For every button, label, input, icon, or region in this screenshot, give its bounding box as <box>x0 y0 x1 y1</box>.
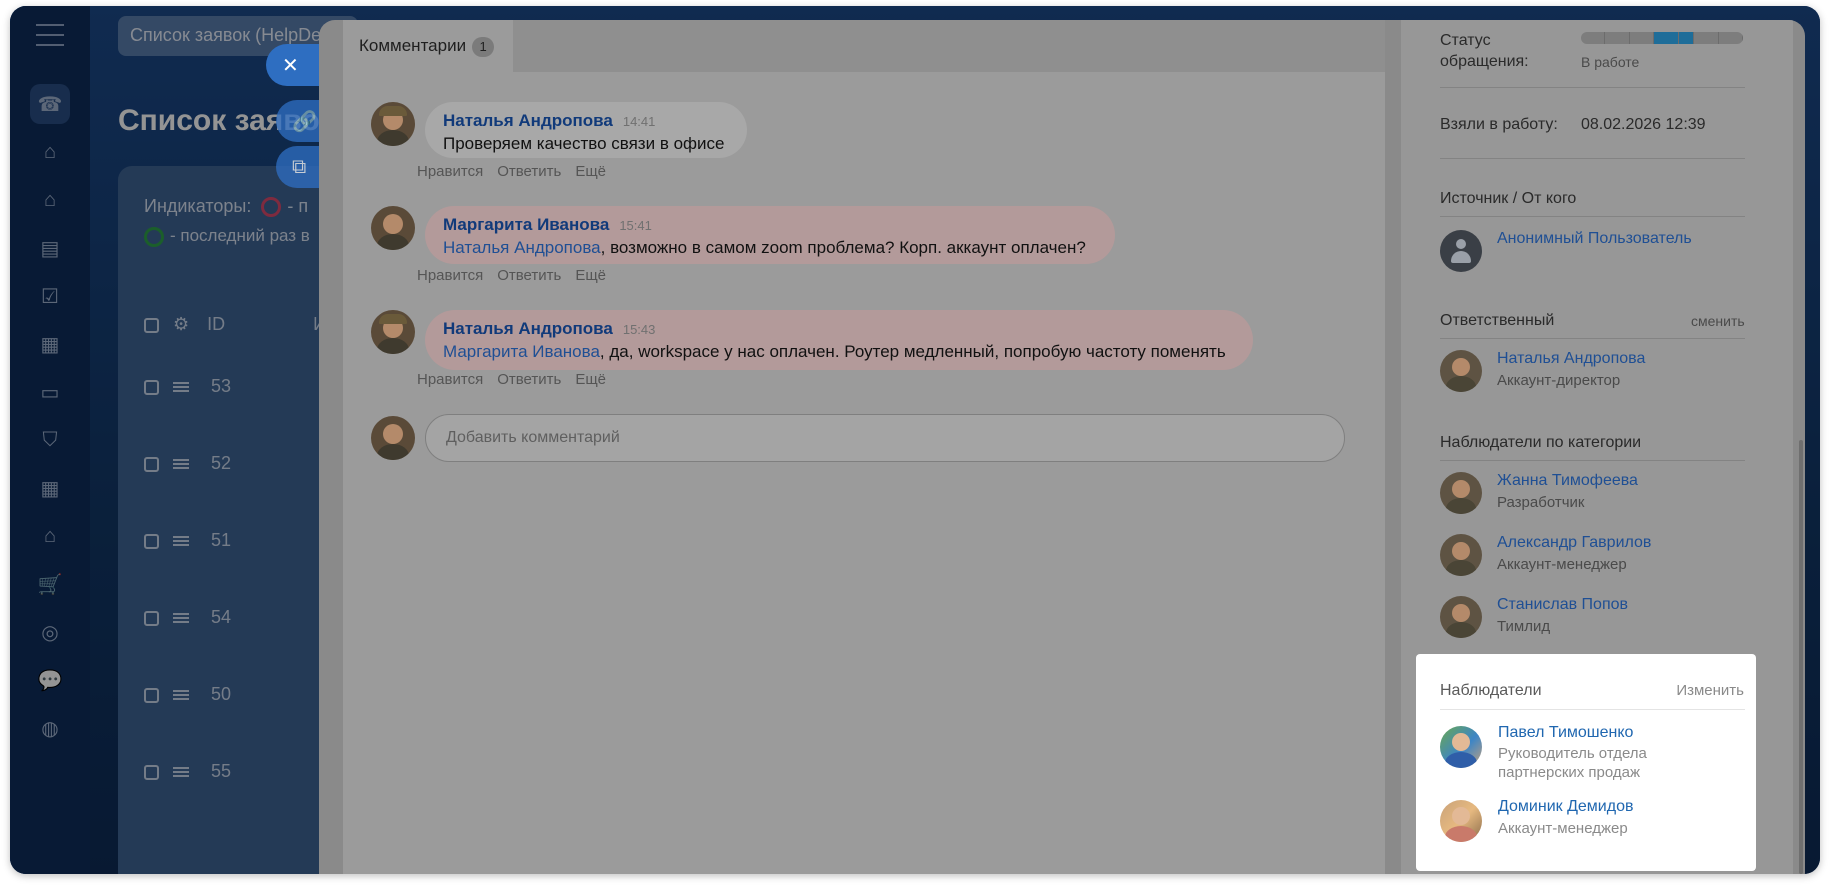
comment-actions: Нравится Ответить Ещё <box>417 163 620 180</box>
comment-text: Маргарита Иванова, да, workspace у нас о… <box>443 342 1235 362</box>
divider <box>1440 338 1745 339</box>
avatar[interactable] <box>1440 472 1482 514</box>
status-value: В работе <box>1581 54 1640 70</box>
close-slider-button[interactable]: ✕ <box>266 44 326 86</box>
avatar[interactable] <box>371 206 415 250</box>
watchers-title: Наблюдатели <box>1440 682 1542 699</box>
like-link[interactable]: Нравится <box>417 371 483 388</box>
responsible-label: Ответственный <box>1440 312 1555 329</box>
comment-bubble: Наталья Андропова 15:43 Маргарита Иванова… <box>425 310 1253 370</box>
reply-link[interactable]: Ответить <box>497 267 561 284</box>
avatar[interactable] <box>1440 726 1482 768</box>
avatar[interactable] <box>1440 350 1482 392</box>
category-watcher-name[interactable]: Жанна Тимофеева <box>1497 472 1638 490</box>
source-label: Источник / От кого <box>1440 190 1577 207</box>
divider <box>1440 216 1745 217</box>
comment-text: Наталья Андропова, возможно в самом zoom… <box>443 238 1097 258</box>
add-comment-input[interactable]: Добавить комментарий <box>425 414 1345 462</box>
details-scrollbar[interactable] <box>1799 440 1803 874</box>
user-icon <box>1451 239 1471 263</box>
watcher-name[interactable]: Павел Тимошенко <box>1498 724 1633 742</box>
tab-comments[interactable]: Комментарии 1 <box>343 20 513 72</box>
responsible-role: Аккаунт-директор <box>1497 372 1621 389</box>
comment-actions: Нравится Ответить Ещё <box>417 267 620 284</box>
category-watcher-role: Аккаунт-менеджер <box>1497 556 1627 573</box>
like-link[interactable]: Нравится <box>417 267 483 284</box>
status-label: Статус обращения: <box>1440 32 1529 70</box>
taken-label: Взяли в работу: <box>1440 116 1558 133</box>
window-frame: ☎ ⌂ ⌂ ▤ ☑ ▦ ▭ ⛉ ▦ ⌂ 🛒 ◎ 💬 ◍ Список заяво… <box>10 6 1820 874</box>
watcher-role: Аккаунт-менеджер <box>1498 820 1628 837</box>
divider <box>1440 87 1745 88</box>
divider <box>1440 158 1745 159</box>
comment-mention[interactable]: Маргарита Иванова <box>443 342 600 361</box>
reply-link[interactable]: Ответить <box>497 371 561 388</box>
comment-text: Проверяем качество связи в офисе <box>443 134 725 153</box>
comment-mention[interactable]: Наталья Андропова <box>443 238 601 257</box>
responsible-name[interactable]: Наталья Андропова <box>1497 350 1645 368</box>
close-icon: ✕ <box>282 54 299 77</box>
comment-bubble: Маргарита Иванова 15:41 Наталья Андропова… <box>425 206 1115 264</box>
reply-link[interactable]: Ответить <box>497 163 561 180</box>
divider <box>1440 460 1745 461</box>
tab-comments-label: Комментарии <box>359 36 467 55</box>
watchers-block: Наблюдатели Изменить Павел Тимошенко Рук… <box>1416 654 1756 871</box>
comment-bubble: Наталья Андропова 14:41 Проверяем качеств… <box>425 102 747 158</box>
avatar[interactable] <box>371 310 415 354</box>
watchers-change-link[interactable]: Изменить <box>1676 682 1744 699</box>
status-progress-bar[interactable] <box>1581 32 1743 44</box>
more-link[interactable]: Ещё <box>575 371 606 388</box>
comment-body: , да, workspace у нас оплачен. Роутер ме… <box>599 342 1226 361</box>
comment-author[interactable]: Наталья Андропова <box>443 111 613 130</box>
more-link[interactable]: Ещё <box>575 163 606 180</box>
comment-author[interactable]: Маргарита Иванова <box>443 215 609 234</box>
watcher-name[interactable]: Доминик Демидов <box>1498 798 1633 816</box>
divider <box>1440 709 1745 710</box>
watcher-role: Руководитель отдела партнерских продаж <box>1498 745 1647 781</box>
avatar[interactable] <box>371 102 415 146</box>
like-link[interactable]: Нравится <box>417 163 483 180</box>
comment-time: 15:41 <box>619 218 652 233</box>
comment-author[interactable]: Наталья Андропова <box>443 319 613 338</box>
category-watcher-name[interactable]: Александр Гаврилов <box>1497 534 1651 552</box>
avatar[interactable] <box>1440 596 1482 638</box>
comment-actions: Нравится Ответить Ещё <box>417 371 620 388</box>
avatar[interactable] <box>1440 800 1482 842</box>
taken-value: 08.02.2026 12:39 <box>1581 116 1706 133</box>
comment-time: 14:41 <box>622 114 656 129</box>
avatar[interactable] <box>1440 534 1482 576</box>
link-icon: 🔗 <box>292 110 317 133</box>
more-link[interactable]: Ещё <box>575 267 606 284</box>
avatar <box>371 416 415 460</box>
comment-body: , возможно в самом zoom проблема? Корп. … <box>600 238 1086 257</box>
anonymous-user-avatar[interactable] <box>1440 230 1482 272</box>
tab-bar: Комментарии 1 <box>343 20 1385 72</box>
responsible-change-link[interactable]: сменить <box>1691 313 1745 329</box>
category-watcher-role: Разработчик <box>1497 494 1585 511</box>
category-watcher-role: Тимлид <box>1497 618 1551 635</box>
tab-comments-count: 1 <box>472 37 495 57</box>
comment-time: 15:43 <box>622 322 656 337</box>
source-user-link[interactable]: Анонимный Пользователь <box>1497 230 1692 248</box>
category-watchers-label: Наблюдатели по категории <box>1440 434 1642 451</box>
comments-area: Комментарии 1 Наталья Андропова 14:41 Пров… <box>343 20 1385 874</box>
category-watcher-name[interactable]: Станислав Попов <box>1497 596 1628 614</box>
external-link-icon: ⧉ <box>292 155 307 178</box>
